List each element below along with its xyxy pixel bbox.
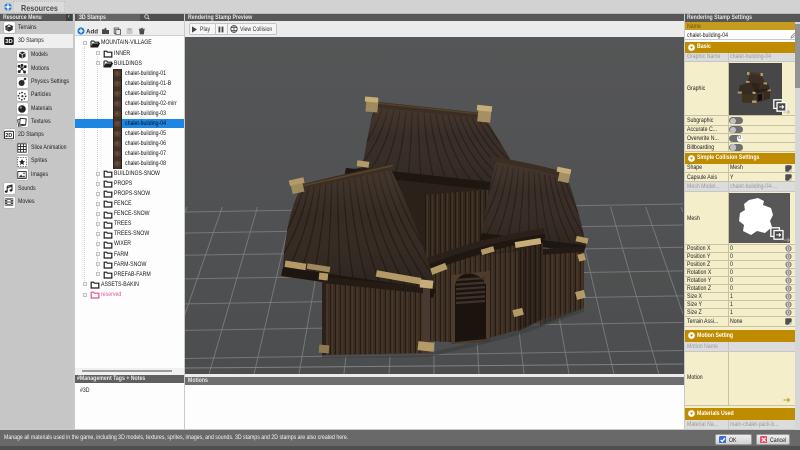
svg-text:0: 0 <box>787 294 790 300</box>
svg-text:0: 0 <box>787 278 790 284</box>
svg-text:0: 0 <box>787 246 790 252</box>
svg-text:0: 0 <box>787 262 790 268</box>
svg-text:0: 0 <box>787 302 790 308</box>
svg-text:0: 0 <box>787 286 790 292</box>
svg-text:0: 0 <box>787 254 790 260</box>
svg-text:2D: 2D <box>6 133 13 139</box>
svg-text:0: 0 <box>787 270 790 276</box>
svg-text:3D: 3D <box>5 39 12 45</box>
svg-text:Add: Add <box>86 28 98 35</box>
svg-text:0: 0 <box>787 310 790 316</box>
